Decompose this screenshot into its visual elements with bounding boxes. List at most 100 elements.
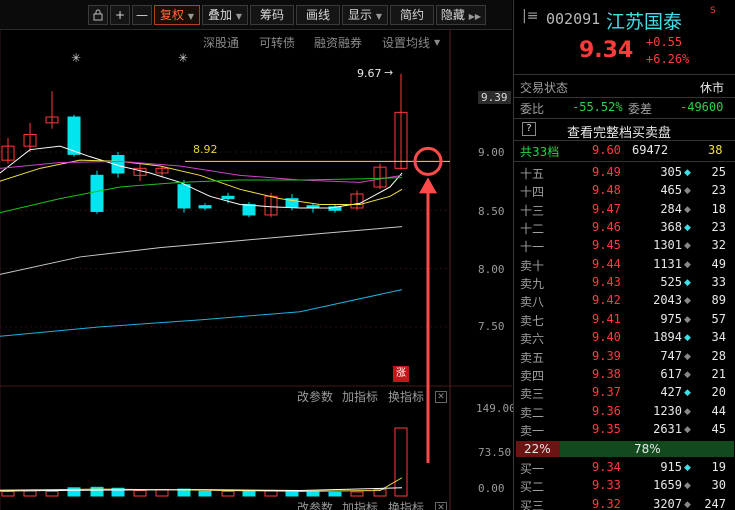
ask-row[interactable]: 十五 9.49 305 ◆ 25 bbox=[514, 163, 735, 183]
trade-status-label: 交易状态 bbox=[520, 81, 569, 95]
kline-chart[interactable]: ✳ ✳ bbox=[0, 30, 512, 510]
menu-icon[interactable]: |≡ bbox=[522, 8, 538, 24]
add-indicator-link[interactable]: 加指标 bbox=[342, 388, 378, 405]
ask-volume: 465 bbox=[660, 183, 682, 198]
switch-indicator-link[interactable]: 换指标 bbox=[388, 499, 424, 510]
ask-row[interactable]: 卖一 9.35 2631 ◆ 45 bbox=[514, 420, 735, 440]
draw-line-button[interactable]: 画线 bbox=[296, 5, 340, 25]
ask-row[interactable]: 卖六 9.40 1894 ◆ 34 bbox=[514, 328, 735, 348]
fast-forward-icon: ▶▶ bbox=[468, 12, 482, 21]
down-volume-bar bbox=[328, 491, 342, 497]
bid-volume: 3207 bbox=[653, 496, 682, 510]
diamond-icon: ◆ bbox=[684, 241, 691, 252]
ma120-line bbox=[0, 289, 403, 337]
ask-row[interactable]: 卖九 9.43 525 ◆ 33 bbox=[514, 273, 735, 293]
close-icon[interactable]: ✕ bbox=[435, 502, 447, 510]
down-candle bbox=[242, 203, 256, 216]
ask-price: 9.36 bbox=[592, 403, 621, 418]
star-marker: ✳ bbox=[178, 51, 188, 65]
bid-level-label: 买三 bbox=[520, 498, 545, 510]
ask-price: 9.44 bbox=[592, 256, 621, 271]
ask-volume: 747 bbox=[660, 348, 682, 363]
bid-row[interactable]: 买三 9.32 3207 ◆ 247 bbox=[514, 495, 735, 510]
ask-row[interactable]: 卖八 9.42 2043 ◆ 89 bbox=[514, 291, 735, 311]
ask-price: 9.37 bbox=[592, 385, 621, 400]
ask-row[interactable]: 十一 9.45 1301 ◆ 32 bbox=[514, 236, 735, 256]
order-ratio-value: -55.52% bbox=[572, 100, 623, 114]
ask-count: 45 bbox=[711, 421, 726, 436]
dropdown-arrow-icon: ▼ bbox=[187, 12, 194, 21]
hide-button[interactable]: 隐藏 ▶▶ bbox=[436, 5, 486, 25]
zoom-out-button[interactable]: — bbox=[132, 5, 152, 25]
dropdown-arrow-icon[interactable]: ▼ bbox=[434, 38, 440, 47]
simple-mode-button[interactable]: 简约 bbox=[390, 5, 434, 25]
ask-price: 9.45 bbox=[592, 238, 621, 253]
sell-ratio: 22% bbox=[524, 442, 551, 456]
ask-count: 23 bbox=[711, 220, 726, 235]
change-params-link[interactable]: 改参数 bbox=[297, 388, 333, 405]
margin-trading-link[interactable]: 融资融券 bbox=[314, 34, 362, 51]
full-book-link[interactable]: 查看完整档买卖盘 bbox=[567, 122, 671, 141]
ask-volume: 427 bbox=[660, 385, 682, 400]
total-levels-count: 38 bbox=[708, 143, 723, 157]
ask-level-label: 卖二 bbox=[520, 405, 545, 420]
ask-level-label: 卖九 bbox=[520, 277, 545, 292]
down-volume-bar bbox=[242, 490, 256, 497]
close-icon[interactable]: ✕ bbox=[435, 391, 447, 403]
ask-row[interactable]: 卖二 9.36 1230 ◆ 44 bbox=[514, 402, 735, 422]
bid-level-label: 买一 bbox=[520, 462, 545, 476]
ask-level-label: 十一 bbox=[520, 240, 545, 255]
trade-status-row: 交易状态 休市 bbox=[514, 77, 735, 97]
buy-ratio: 78% bbox=[634, 442, 661, 456]
ask-price: 9.46 bbox=[592, 220, 621, 235]
ask-level-label: 卖十 bbox=[520, 258, 545, 273]
ask-price: 9.47 bbox=[592, 201, 621, 216]
overlay-button[interactable]: 叠加 ▼ bbox=[202, 5, 248, 25]
switch-indicator-link[interactable]: 换指标 bbox=[388, 388, 424, 405]
ask-level-label: 十三 bbox=[520, 203, 545, 218]
ask-level-label: 卖八 bbox=[520, 295, 545, 310]
ask-row[interactable]: 卖七 9.41 975 ◆ 57 bbox=[514, 310, 735, 330]
ask-count: 18 bbox=[711, 201, 726, 216]
change-params-link[interactable]: 改参数 bbox=[297, 499, 333, 510]
chips-button[interactable]: 筹码 bbox=[250, 5, 294, 25]
down-volume-bar bbox=[306, 491, 320, 497]
add-indicator-link[interactable]: 加指标 bbox=[342, 499, 378, 510]
zoom-in-button[interactable]: + bbox=[110, 5, 130, 25]
ask-row[interactable]: 卖四 9.38 617 ◆ 21 bbox=[514, 365, 735, 385]
display-button[interactable]: 显示 ▼ bbox=[342, 5, 388, 25]
bid-row[interactable]: 买一 9.34 915 ◆ 19 bbox=[514, 458, 735, 478]
bid-row[interactable]: 买二 9.33 1659 ◆ 30 bbox=[514, 476, 735, 496]
diamond-icon: ◆ bbox=[684, 463, 691, 473]
ask-volume: 1894 bbox=[653, 330, 682, 345]
down-candle bbox=[177, 184, 191, 209]
ask-volume: 617 bbox=[660, 366, 682, 381]
ask-row[interactable]: 十四 9.48 465 ◆ 23 bbox=[514, 181, 735, 201]
quote-panel: |≡ 002091 江苏国泰 S 9.34 +0.55 +6.26% 交易状态 … bbox=[513, 0, 735, 510]
ask-row[interactable]: 卖三 9.37 427 ◆ 20 bbox=[514, 383, 735, 403]
arrow-up-icon bbox=[419, 177, 437, 194]
hk-connect-link[interactable]: 深股通 bbox=[203, 34, 239, 51]
set-ma-link[interactable]: 设置均线 bbox=[382, 34, 430, 51]
kline-chart-area[interactable]: ✳ ✳ bbox=[0, 30, 512, 510]
lock-icon[interactable] bbox=[88, 5, 108, 25]
volume-axis-tick: 73.50 bbox=[478, 446, 512, 459]
ask-row[interactable]: 卖五 9.39 747 ◆ 28 bbox=[514, 347, 735, 367]
down-candle bbox=[67, 116, 81, 155]
help-icon[interactable]: ? bbox=[522, 122, 536, 136]
ask-row[interactable]: 十二 9.46 368 ◆ 23 bbox=[514, 218, 735, 238]
bid-level-label: 买二 bbox=[520, 480, 545, 495]
ask-row[interactable]: 十三 9.47 284 ◆ 18 bbox=[514, 200, 735, 220]
restore-rights-button[interactable]: 复权 ▼ bbox=[154, 5, 200, 25]
ask-volume: 284 bbox=[660, 201, 682, 216]
ask-level-label: 卖一 bbox=[520, 423, 545, 438]
diamond-icon: ◆ bbox=[684, 223, 691, 234]
total-levels-price: 9.60 bbox=[592, 143, 621, 157]
ask-row[interactable]: 卖十 9.44 1131 ◆ 49 bbox=[514, 255, 735, 275]
convertible-bond-link[interactable]: 可转债 bbox=[259, 34, 295, 51]
full-book-row[interactable]: ? 查看完整档买卖盘 bbox=[514, 120, 735, 141]
chart-toolbar: + — 复权 ▼ 叠加 ▼ 筹码 画线 显示 ▼ 简约 隐藏 ▶▶ bbox=[0, 0, 512, 30]
down-candle bbox=[221, 195, 235, 200]
ask-count: 89 bbox=[711, 293, 726, 308]
dropdown-arrow-icon: ▼ bbox=[375, 12, 382, 21]
